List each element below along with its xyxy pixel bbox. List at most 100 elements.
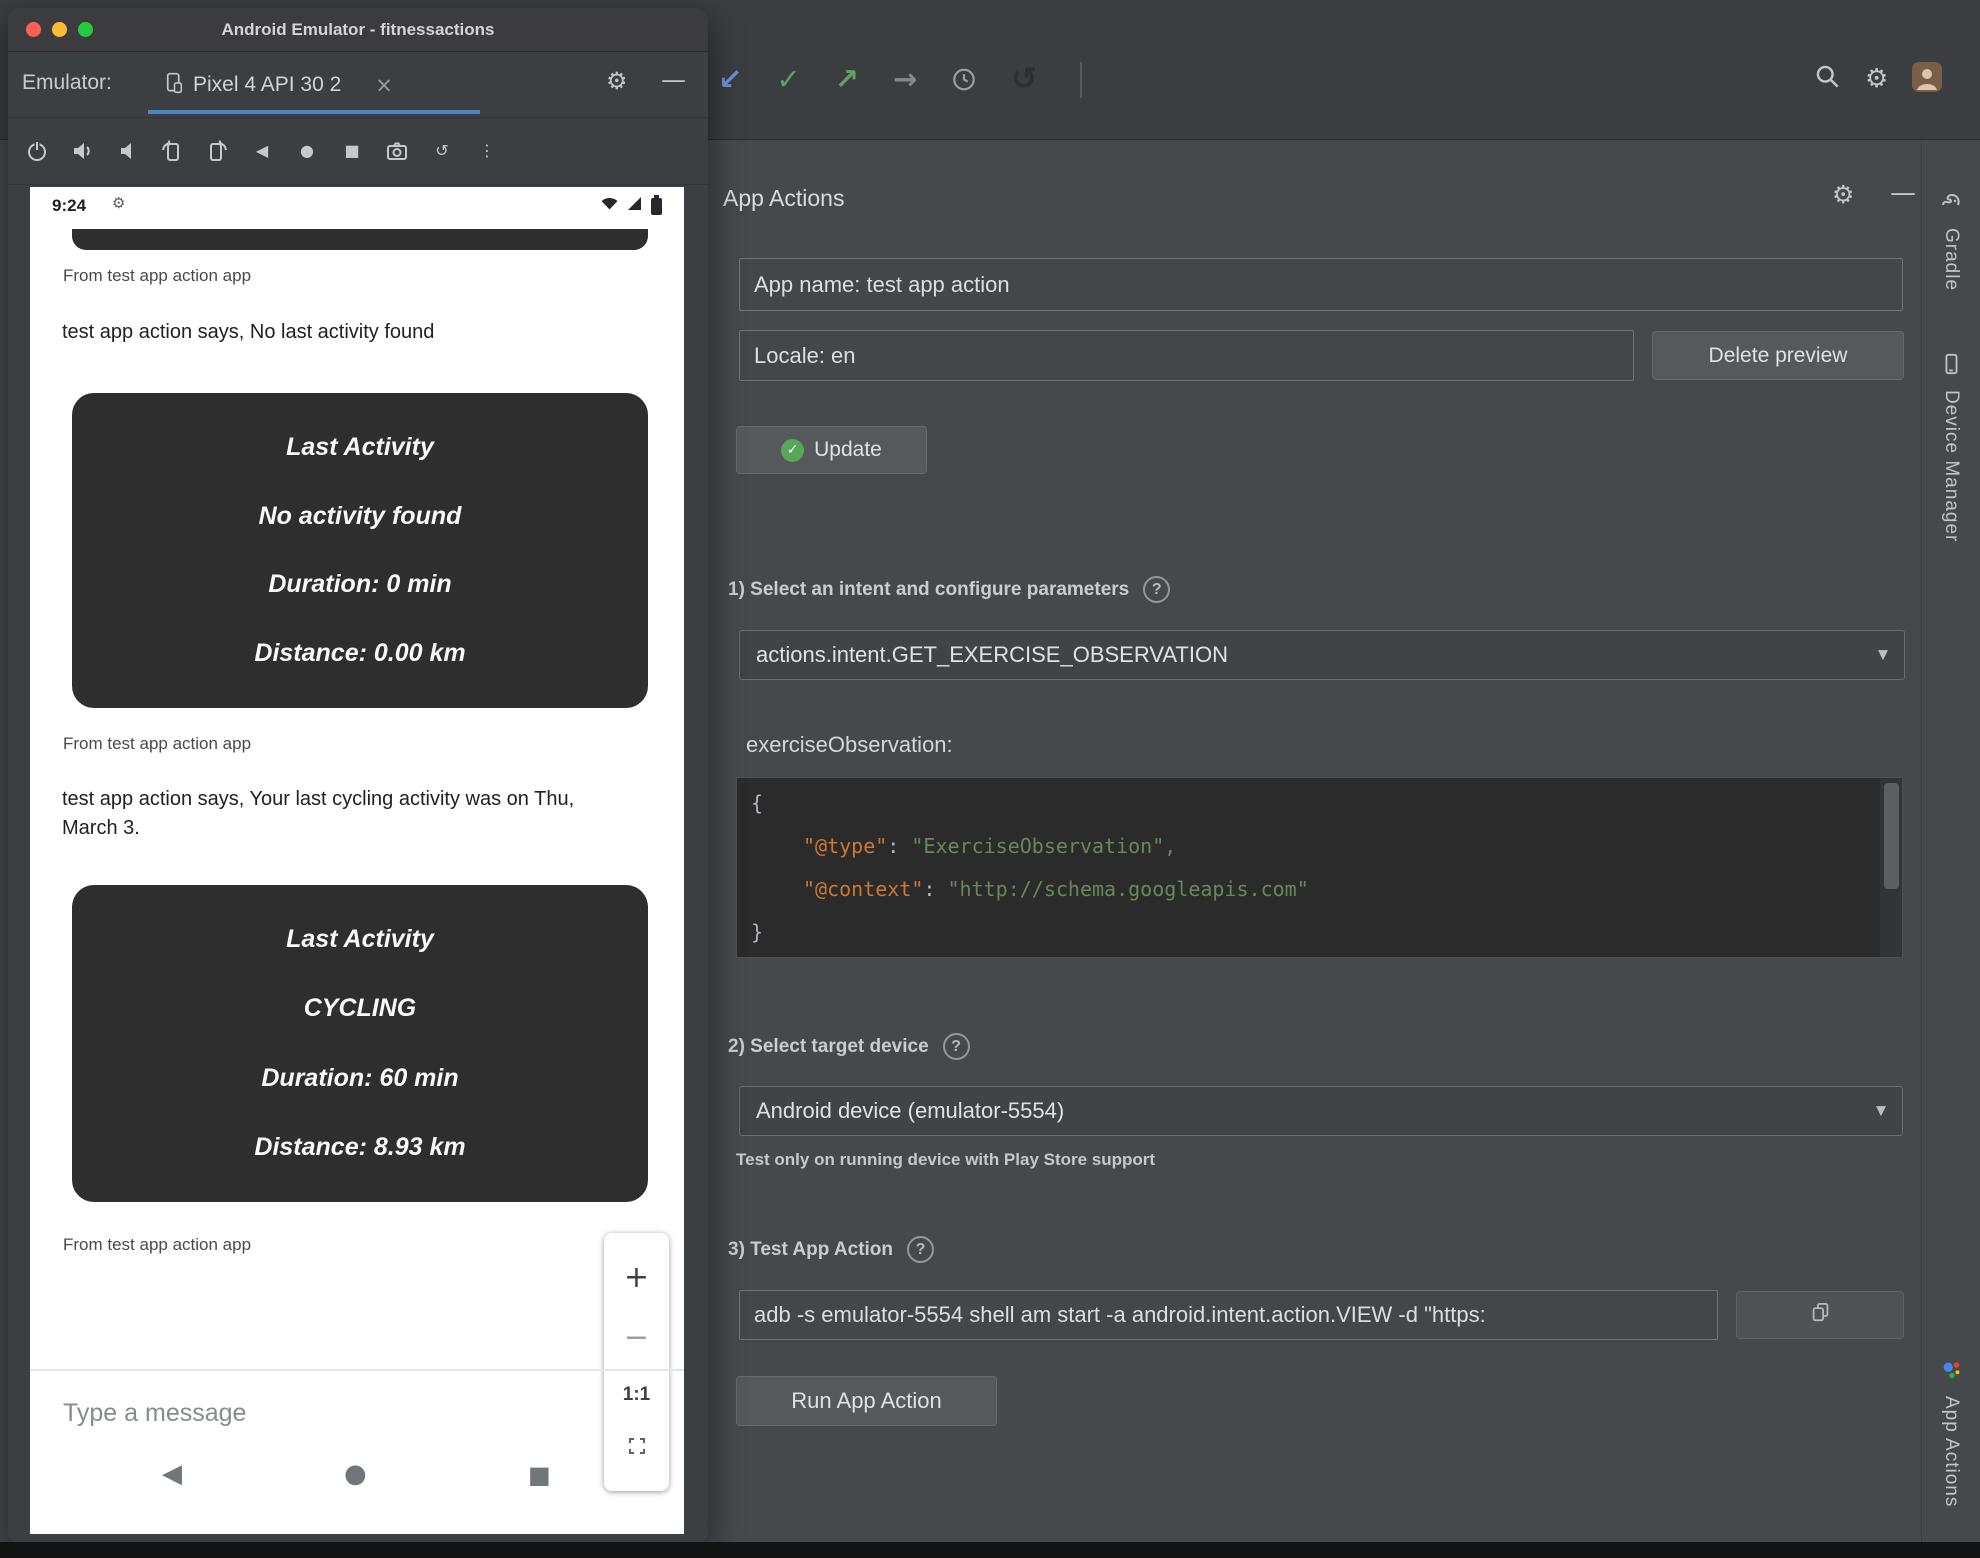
- settings-gear-icon[interactable]: ⚙: [1865, 66, 1888, 92]
- parameter-label: exerciseObservation:: [746, 732, 953, 757]
- app-actions-tab-label: App Actions: [1941, 1395, 1962, 1507]
- device-manager-icon: [1940, 353, 1962, 380]
- code-line: "@type": "ExerciseObservation",: [751, 825, 1902, 868]
- section-device-label: 2) Select target device ?: [728, 1033, 970, 1060]
- json-value: "ExerciseObservation",: [911, 834, 1177, 858]
- fit-screen-icon[interactable]: [627, 1436, 647, 1461]
- volume-down-icon[interactable]: [114, 139, 140, 163]
- section-intent-text: 1) Select an intent and configure parame…: [728, 578, 1130, 600]
- card-title: Last Activity: [286, 432, 434, 461]
- scrolled-card-remnant: [72, 229, 648, 250]
- undo-icon[interactable]: ↺: [1011, 63, 1037, 95]
- window-title: Android Emulator - fitnessactions: [221, 20, 495, 39]
- delete-preview-button[interactable]: Delete preview: [1652, 331, 1904, 380]
- tab-label: Pixel 4 API 30 2: [193, 73, 342, 96]
- rotate-screen-icon[interactable]: ↺: [429, 143, 455, 159]
- adb-command-input[interactable]: adb -s emulator-5554 shell am start -a a…: [739, 1290, 1718, 1340]
- message-sender-label: From test app action app: [63, 734, 252, 753]
- rotate-left-icon[interactable]: [159, 139, 185, 163]
- intent-parameters-editor[interactable]: { "@type": "ExerciseObservation", "@cont…: [736, 777, 1903, 958]
- overview-button-icon[interactable]: ■: [339, 143, 365, 159]
- ide-main-toolbar: ↙ ✓ ↗ → ↺: [718, 50, 1037, 108]
- back-button-icon[interactable]: ◀: [249, 143, 275, 159]
- status-icons: [601, 194, 662, 215]
- phone-status-bar: 9:24 ⚙: [30, 187, 684, 225]
- card-distance: Distance: 0.00 km: [254, 639, 466, 668]
- json-colon: :: [887, 834, 912, 858]
- avatar[interactable]: [1912, 61, 1943, 97]
- update-check-icon: ✓: [781, 438, 805, 462]
- history-clock-icon[interactable]: [951, 66, 977, 93]
- intent-dropdown[interactable]: actions.intent.GET_EXERCISE_OBSERVATION …: [739, 630, 1905, 680]
- section-test-text: 3) Test App Action: [728, 1238, 894, 1260]
- device-help-icon[interactable]: ?: [942, 1033, 970, 1060]
- commit-check-icon[interactable]: ✓: [776, 64, 800, 94]
- run-app-action-button[interactable]: Run App Action: [736, 1376, 997, 1426]
- json-key: "@type": [803, 834, 888, 858]
- device-phone-icon: [166, 72, 183, 99]
- push-arrow-icon[interactable]: ↗: [835, 64, 859, 94]
- zoom-in-button[interactable]: +: [624, 1263, 649, 1293]
- ide-toolbar-right: ⚙: [1814, 52, 1943, 106]
- card-duration: Duration: 60 min: [261, 1063, 459, 1092]
- rotate-right-icon[interactable]: [204, 139, 230, 163]
- emulator-window: Android Emulator - fitnessactions Emulat…: [8, 8, 708, 1542]
- close-window-button[interactable]: [26, 22, 41, 37]
- tab-pixel-4-api-30-2[interactable]: Pixel 4 API 30 2 ×: [148, 60, 480, 110]
- active-tab-underline: [148, 110, 480, 114]
- panel-minimize-icon[interactable]: —: [1890, 180, 1916, 206]
- emulator-titlebar[interactable]: Android Emulator - fitnessactions: [8, 8, 708, 52]
- message-sender-label: From test app action app: [63, 266, 252, 285]
- sidebar-item-device-manager[interactable]: Device Manager: [1922, 353, 1980, 542]
- sidebar-item-gradle[interactable]: Gradle: [1922, 189, 1980, 291]
- message-input[interactable]: Type a message: [63, 1399, 246, 1428]
- update-project-icon[interactable]: ↙: [718, 64, 742, 94]
- intent-dropdown-value: actions.intent.GET_EXERCISE_OBSERVATION: [756, 642, 1228, 667]
- panel-gear-icon[interactable]: ⚙: [1832, 182, 1854, 207]
- device-dropdown-value: Android device (emulator-5554): [756, 1098, 1065, 1123]
- status-gear-icon: ⚙: [112, 194, 126, 212]
- emulator-settings-gear-icon[interactable]: ⚙: [606, 69, 628, 93]
- phone-overview-button[interactable]: ■: [528, 1463, 551, 1487]
- gradle-icon: [1939, 189, 1963, 218]
- battery-icon: [651, 194, 662, 215]
- emulator-tab-bar: Emulator: Pixel 4 API 30 2 × ⚙ —: [8, 52, 708, 118]
- wifi-icon: [601, 197, 618, 215]
- power-icon[interactable]: [24, 139, 50, 163]
- copy-command-button[interactable]: [1736, 1291, 1904, 1339]
- search-icon[interactable]: [1814, 63, 1841, 95]
- status-time: 9:24: [52, 196, 87, 215]
- card-activity: No activity found: [258, 501, 462, 530]
- locale-field[interactable]: Locale: en: [739, 330, 1634, 381]
- volume-up-icon[interactable]: [69, 139, 95, 163]
- emulator-label: Emulator:: [22, 71, 112, 94]
- more-options-icon[interactable]: ⋮: [474, 143, 500, 159]
- phone-home-button[interactable]: ●: [344, 1461, 367, 1487]
- home-button-icon[interactable]: ●: [294, 143, 320, 159]
- minimize-window-button[interactable]: [52, 22, 67, 37]
- run-arrow-icon[interactable]: →: [893, 64, 917, 94]
- test-help-icon[interactable]: ?: [907, 1236, 935, 1263]
- zoom-ratio-button[interactable]: 1:1: [623, 1384, 650, 1406]
- app-name-field[interactable]: App name: test app action: [739, 258, 1903, 311]
- device-manager-tab-label: Device Manager: [1941, 390, 1962, 543]
- screenshot-camera-icon[interactable]: [384, 139, 410, 163]
- scrollbar-thumb[interactable]: [1884, 783, 1899, 889]
- section-test-label: 3) Test App Action ?: [728, 1236, 935, 1263]
- update-button[interactable]: ✓ Update: [736, 426, 927, 474]
- json-colon: :: [923, 877, 948, 901]
- sidebar-item-app-actions[interactable]: App Actions: [1922, 1359, 1980, 1507]
- emulator-minimize-icon[interactable]: —: [661, 67, 686, 92]
- json-value: "http://schema.googleapis.com": [947, 877, 1309, 901]
- card-activity: CYCLING: [303, 994, 417, 1023]
- phone-back-button[interactable]: ◀: [162, 1461, 182, 1487]
- zoom-window-button[interactable]: [78, 22, 93, 37]
- device-dropdown[interactable]: Android device (emulator-5554) ▼: [739, 1086, 1903, 1136]
- macos-traffic-lights: [26, 22, 93, 37]
- close-tab-icon[interactable]: ×: [375, 74, 393, 96]
- zoom-out-button[interactable]: −: [624, 1323, 649, 1353]
- bottom-edge-bar: [0, 1542, 1980, 1558]
- phone-screen: 9:24 ⚙ From test app action app test app…: [30, 187, 684, 1534]
- intent-help-icon[interactable]: ?: [1143, 576, 1171, 603]
- assistant-icon: [1940, 1359, 1962, 1386]
